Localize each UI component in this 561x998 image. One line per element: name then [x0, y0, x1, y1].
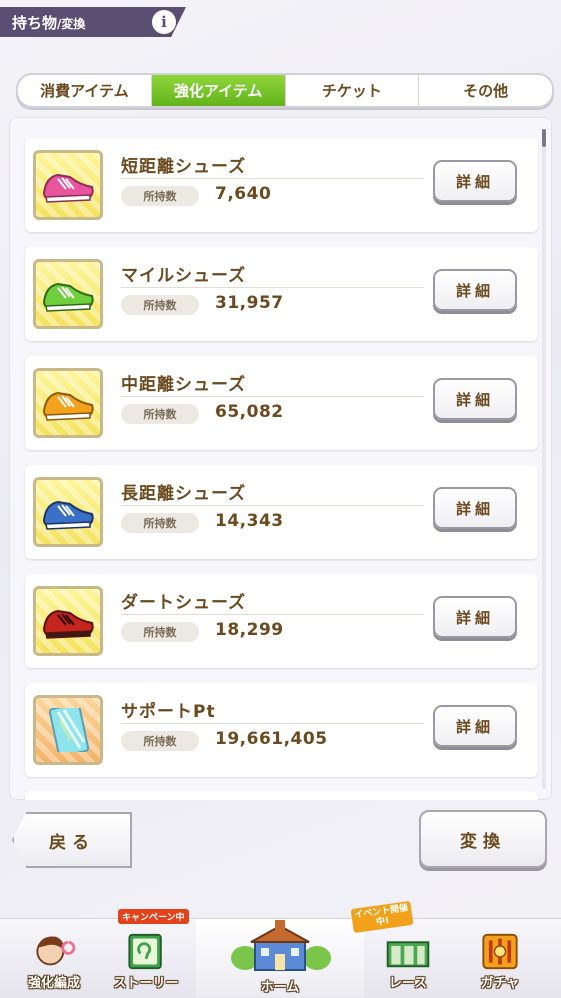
list-item: 長距離シューズ 所持数 14,343 詳細	[25, 465, 538, 559]
list-item: サポートPt 所持数 19,661,405 詳細	[25, 683, 538, 777]
item-name: マイルシューズ	[121, 266, 247, 286]
item-name: サポートPt	[121, 702, 216, 722]
divider	[121, 614, 424, 615]
item-list[interactable]: 短距離シューズ 所持数 7,640 詳細 マイルシューズ 所持数 31,957 …	[9, 117, 552, 800]
owned-label: 所持数	[121, 731, 199, 751]
owned-label: 所持数	[121, 513, 199, 533]
gacha-icon	[482, 933, 518, 970]
campaign-badge: キャンペーン中	[118, 909, 189, 924]
nav-item-home[interactable]: ホーム	[196, 919, 364, 997]
divider	[121, 178, 424, 179]
event-badge: イベント開催中!	[350, 900, 414, 934]
owned-count: 7,640	[215, 184, 272, 204]
bottom-nav: 強化編成 キャンペーン中 ストーリー ホーム イベント開催中! レース ガチャ	[0, 900, 561, 998]
item-thumbnail	[33, 477, 103, 547]
info-icon[interactable]: i	[152, 10, 176, 34]
list-item: ダートシューズ 所持数 18,299 詳細	[25, 574, 538, 668]
character-icon	[36, 936, 76, 966]
page-title-main: 持ち物	[12, 13, 58, 32]
tab-other[interactable]: その他	[419, 75, 552, 106]
divider	[121, 723, 424, 724]
shoe-icon	[42, 173, 94, 203]
nav-item-story[interactable]: ストーリー	[100, 933, 192, 993]
list-item-partial	[25, 791, 538, 800]
shoe-icon	[42, 391, 94, 421]
scrollbar[interactable]	[542, 129, 546, 789]
tab-consumables[interactable]: 消費アイテム	[18, 75, 152, 106]
detail-button[interactable]: 詳細	[433, 705, 517, 747]
owned-count: 31,957	[215, 293, 284, 313]
owned-count: 65,082	[215, 402, 284, 422]
nav-label: ガチャ	[480, 976, 520, 991]
page-title: 持ち物/変換	[12, 12, 85, 33]
nav-label: ホーム	[260, 980, 300, 995]
detail-button[interactable]: 詳細	[433, 487, 517, 529]
item-thumbnail	[33, 586, 103, 656]
support-pt-card-icon	[48, 708, 90, 752]
owned-label: 所持数	[121, 622, 199, 642]
page-title-sub: /変換	[57, 16, 86, 31]
divider	[121, 396, 424, 397]
item-thumbnail	[33, 695, 103, 765]
nav-label: レース	[388, 976, 428, 991]
tab-tickets[interactable]: チケット	[286, 75, 420, 106]
owned-label: 所持数	[121, 404, 199, 424]
list-item: 短距離シューズ 所持数 7,640 詳細	[25, 138, 538, 232]
shoe-icon	[42, 609, 94, 639]
shoe-icon	[42, 282, 94, 312]
item-thumbnail	[33, 259, 103, 329]
list-item: マイルシューズ 所持数 31,957 詳細	[25, 247, 538, 341]
item-name: ダートシューズ	[121, 593, 247, 613]
nav-label: 強化編成	[27, 976, 80, 991]
item-thumbnail	[33, 368, 103, 438]
divider	[121, 287, 424, 288]
owned-count: 19,661,405	[215, 729, 328, 749]
convert-button[interactable]: 変換	[419, 810, 547, 868]
item-name: 中距離シューズ	[121, 375, 247, 395]
category-tabs: 消費アイテム 強化アイテム チケット その他	[16, 73, 554, 108]
detail-button[interactable]: 詳細	[433, 596, 517, 638]
page-header: 持ち物/変換 i	[0, 7, 186, 37]
nav-item-gacha[interactable]: ガチャ	[454, 933, 546, 993]
item-name: 長距離シューズ	[121, 484, 247, 504]
detail-button[interactable]: 詳細	[433, 378, 517, 420]
home-building-icon	[231, 920, 331, 971]
book-icon	[128, 933, 162, 970]
scrollbar-thumb[interactable]	[542, 129, 546, 147]
item-name: 短距離シューズ	[121, 157, 247, 177]
item-thumbnail	[33, 150, 103, 220]
owned-label: 所持数	[121, 295, 199, 315]
divider	[121, 505, 424, 506]
detail-button[interactable]: 詳細	[433, 269, 517, 311]
owned-count: 18,299	[215, 620, 284, 640]
detail-button[interactable]: 詳細	[433, 160, 517, 202]
nav-label: ストーリー	[113, 976, 179, 991]
nav-item-race[interactable]: レース	[362, 933, 454, 993]
list-item: 中距離シューズ 所持数 65,082 詳細	[25, 356, 538, 450]
nav-item-enhance-formation[interactable]: 強化編成	[8, 933, 100, 993]
back-button[interactable]: 戻る	[12, 812, 132, 868]
owned-label: 所持数	[121, 186, 199, 206]
owned-count: 14,343	[215, 511, 284, 531]
tab-enhancement-items[interactable]: 強化アイテム	[151, 75, 286, 106]
shoe-icon	[42, 500, 94, 530]
race-gate-icon	[386, 941, 430, 968]
